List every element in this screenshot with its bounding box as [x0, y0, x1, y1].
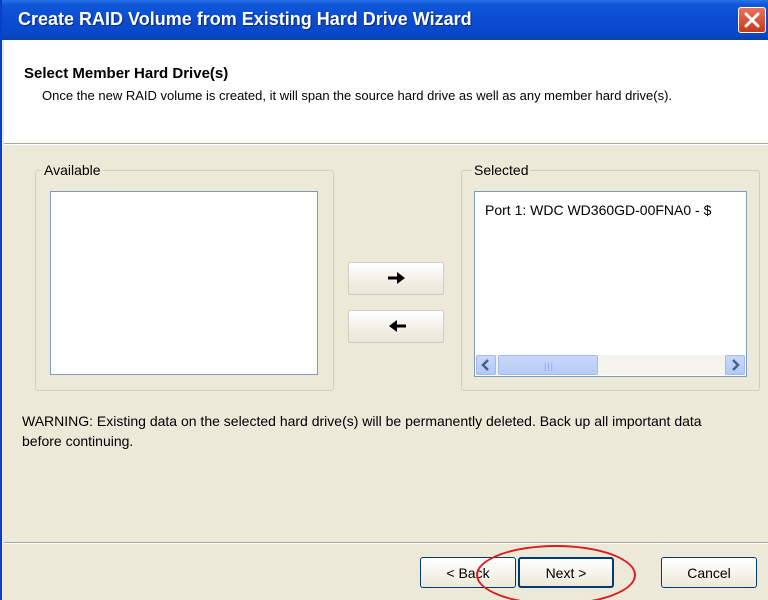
wizard-window: Create RAID Volume from Existing Hard Dr…	[0, 0, 768, 600]
scroll-left-button[interactable]	[476, 355, 496, 375]
back-button[interactable]: < Back	[420, 557, 516, 588]
available-groupbox: Available	[35, 162, 334, 391]
scroll-thumb[interactable]: |||	[498, 355, 598, 375]
grip-icon: |||	[544, 361, 555, 371]
available-label: Available	[42, 162, 103, 178]
list-item[interactable]: Port 1: WDC WD360GD-00FNA0 - $	[485, 202, 711, 218]
window-title: Create RAID Volume from Existing Hard Dr…	[18, 9, 472, 29]
arrow-left-icon	[389, 320, 406, 332]
page-description: Once the new RAID volume is created, it …	[42, 88, 673, 103]
available-listbox[interactable]	[50, 191, 318, 375]
header-panel: Select Member Hard Drive(s) Once the new…	[4, 40, 768, 144]
add-drive-button[interactable]	[348, 262, 444, 295]
warning-text: WARNING: Existing data on the selected h…	[22, 413, 702, 449]
remove-drive-button[interactable]	[348, 310, 444, 343]
close-icon	[744, 12, 760, 28]
title-bar[interactable]: Create RAID Volume from Existing Hard Dr…	[2, 0, 768, 40]
cancel-button[interactable]: Cancel	[661, 557, 757, 588]
arrow-right-icon	[388, 272, 405, 284]
scroll-right-button[interactable]	[725, 355, 745, 375]
footer-divider-highlight	[4, 543, 768, 544]
chevron-right-icon	[732, 359, 740, 371]
page-title: Select Member Hard Drive(s)	[24, 65, 229, 82]
close-button[interactable]	[738, 7, 766, 33]
divider	[4, 144, 768, 145]
selected-groupbox: Selected Port 1: WDC WD360GD-00FNA0 - $ …	[461, 162, 760, 391]
selected-listbox[interactable]: Port 1: WDC WD360GD-00FNA0 - $ |||	[474, 191, 747, 377]
horizontal-scrollbar[interactable]: |||	[476, 355, 745, 375]
next-button[interactable]: Next >	[518, 557, 614, 588]
chevron-left-icon	[481, 359, 489, 371]
selected-label: Selected	[472, 162, 531, 178]
